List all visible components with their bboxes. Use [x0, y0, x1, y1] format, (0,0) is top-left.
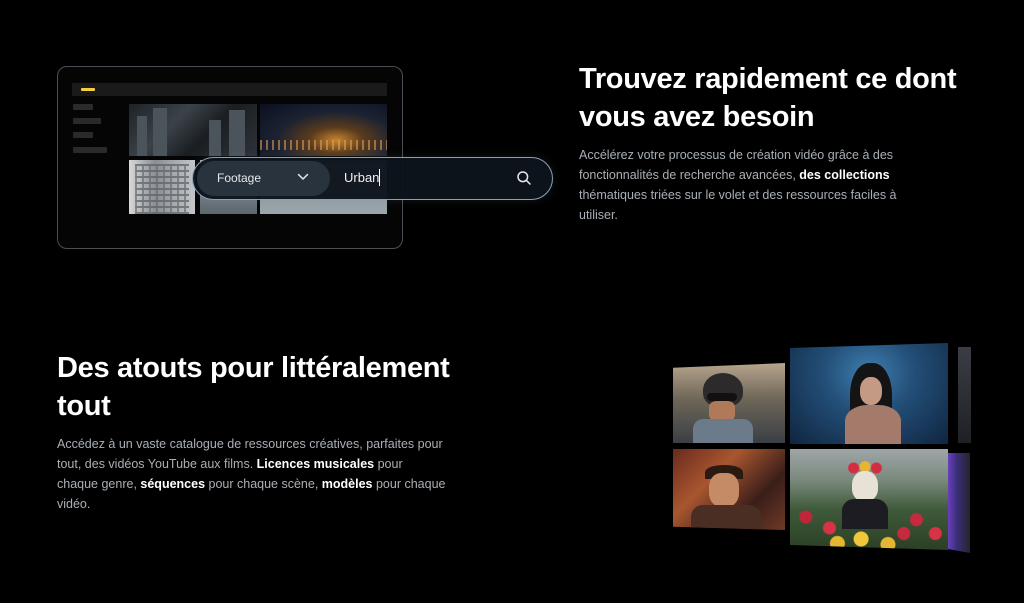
- media-tile-underwater-woman: [790, 343, 948, 444]
- section-description-search: Accélérez votre processus de création vi…: [579, 148, 897, 222]
- media-tile-partial: [958, 347, 971, 443]
- section-title-search: Trouvez rapidement ce dont vous avez bes…: [579, 63, 957, 133]
- highlight-collections: des collections: [799, 168, 890, 182]
- mockup-sidebar-item: [73, 118, 101, 124]
- media-tile-flower-field: [790, 449, 948, 550]
- section-description-assets: Accédez à un vaste catalogue de ressourc…: [57, 437, 446, 511]
- thumbnail-city-night: [260, 104, 387, 156]
- mockup-topbar: [72, 83, 387, 96]
- highlight-music-licenses: Licences musicales: [256, 457, 375, 471]
- media-tile-man-portrait: [673, 449, 785, 530]
- section-title-assets: Des atouts pour littéralement tout: [57, 352, 450, 422]
- highlight-footage: séquences: [140, 477, 206, 491]
- chevron-down-icon[interactable]: [297, 171, 309, 183]
- thumbnail-skyscraper: [129, 160, 195, 214]
- thumbnail-city-street: [129, 104, 257, 156]
- media-tile-partial: [948, 453, 970, 553]
- filter-dropdown-label: Footage: [217, 171, 262, 185]
- mockup-sidebar-item: [73, 104, 93, 110]
- mockup-logo: [81, 88, 95, 91]
- highlight-templates: modèles: [321, 477, 373, 491]
- text-caret: [379, 169, 380, 186]
- search-input[interactable]: Urban: [344, 170, 379, 185]
- media-tile-motorcyclist: [673, 363, 785, 443]
- mockup-sidebar-item: [73, 132, 93, 138]
- search-icon[interactable]: [516, 170, 532, 186]
- mockup-sidebar-item: [73, 147, 107, 153]
